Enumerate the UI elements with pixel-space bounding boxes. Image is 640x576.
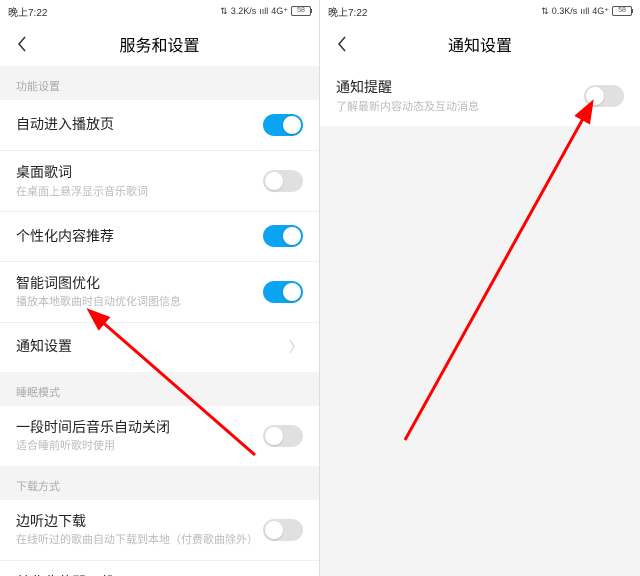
- nav-bar: 通知设置: [320, 22, 640, 66]
- section-header: 下载方式: [0, 466, 319, 500]
- chevron-left-icon: [17, 36, 27, 52]
- status-time: 晚上7:22: [328, 4, 367, 19]
- row-subtitle: 适合睡前听歌时使用: [16, 439, 263, 453]
- back-button[interactable]: [320, 22, 364, 66]
- chevron-right-icon: 〉: [289, 337, 303, 357]
- section-header: 睡眠模式: [0, 372, 319, 406]
- row-subtitle: 在桌面上悬浮显示音乐歌词: [16, 185, 263, 199]
- battery-icon: 58: [291, 6, 311, 16]
- back-button[interactable]: [0, 22, 44, 66]
- toggle-personalized[interactable]: [263, 225, 303, 247]
- net-speed: 3.2K/s: [231, 6, 257, 16]
- row-title: 智能词图优化: [16, 274, 263, 294]
- row-title: 自动进入播放页: [16, 115, 263, 135]
- row-smart-lyrics[interactable]: 智能词图优化 播放本地歌曲时自动优化词图信息: [0, 261, 319, 322]
- network-type: 4G⁺: [271, 6, 288, 17]
- row-title: 个性化内容推荐: [16, 227, 263, 247]
- updown-icon: ⇅: [220, 6, 228, 17]
- toggle-desktop-lyrics[interactable]: [263, 170, 303, 192]
- toggle-auto-play[interactable]: [263, 114, 303, 136]
- row-personalized[interactable]: 个性化内容推荐: [0, 211, 319, 261]
- signal-icon: ııll: [259, 6, 268, 16]
- row-notification-settings[interactable]: 通知设置 〉: [0, 322, 319, 372]
- row-subtitle: 了解最新内容动态及互动消息: [336, 100, 584, 114]
- screen-notification-settings: 晚上7:22 ⇅ 0.3K/s ııll 4G⁺ 58 通知设置 通知提醒 了解…: [320, 0, 640, 576]
- row-auto-play[interactable]: 自动进入播放页: [0, 100, 319, 150]
- row-title: 桌面歌词: [16, 163, 263, 183]
- signal-icon: ııll: [580, 6, 589, 16]
- row-subtitle: 在线听过的歌曲自动下载到本地（付费歌曲除外）: [16, 533, 263, 547]
- page-title: 通知设置: [448, 32, 512, 56]
- updown-icon: ⇅: [541, 6, 549, 17]
- row-notification-reminder[interactable]: 通知提醒 了解最新内容动态及互动消息: [320, 66, 640, 126]
- status-indicators: ⇅ 0.3K/s ııll 4G⁺ 58: [541, 6, 632, 17]
- status-bar: 晚上7:22 ⇅ 3.2K/s ııll 4G⁺ 58: [0, 0, 319, 22]
- row-title: 一段时间后音乐自动关闭: [16, 418, 263, 438]
- toggle-smart-lyrics[interactable]: [263, 281, 303, 303]
- row-subtitle: 播放本地歌曲时自动优化词图信息: [16, 295, 263, 309]
- row-title: 通知提醒: [336, 78, 584, 98]
- row-title: 边听边下载: [16, 512, 263, 532]
- battery-icon: 58: [612, 6, 632, 16]
- nav-bar: 服务和设置: [0, 22, 319, 66]
- screen-services-settings: 晚上7:22 ⇅ 3.2K/s ııll 4G⁺ 58 服务和设置 功能设置 自…: [0, 0, 320, 576]
- chevron-left-icon: [337, 36, 347, 52]
- page-title: 服务和设置: [119, 32, 199, 56]
- net-speed: 0.3K/s: [552, 6, 578, 16]
- toggle-sleep-timer[interactable]: [263, 425, 303, 447]
- row-title: 单曲收藏即下载: [16, 573, 263, 576]
- status-time: 晚上7:22: [8, 4, 47, 19]
- toggle-notification-reminder[interactable]: [584, 85, 624, 107]
- row-download-fav[interactable]: 单曲收藏即下载 收藏的歌曲自动下载到本地（付费歌曲除外）: [0, 560, 319, 576]
- status-indicators: ⇅ 3.2K/s ııll 4G⁺ 58: [220, 6, 311, 17]
- network-type: 4G⁺: [592, 6, 609, 17]
- toggle-download-listening[interactable]: [263, 519, 303, 541]
- section-header: 功能设置: [0, 66, 319, 100]
- row-desktop-lyrics[interactable]: 桌面歌词 在桌面上悬浮显示音乐歌词: [0, 150, 319, 211]
- row-download-listening[interactable]: 边听边下载 在线听过的歌曲自动下载到本地（付费歌曲除外）: [0, 500, 319, 560]
- status-bar: 晚上7:22 ⇅ 0.3K/s ııll 4G⁺ 58: [320, 0, 640, 22]
- row-title: 通知设置: [16, 337, 289, 357]
- row-sleep-timer[interactable]: 一段时间后音乐自动关闭 适合睡前听歌时使用: [0, 406, 319, 466]
